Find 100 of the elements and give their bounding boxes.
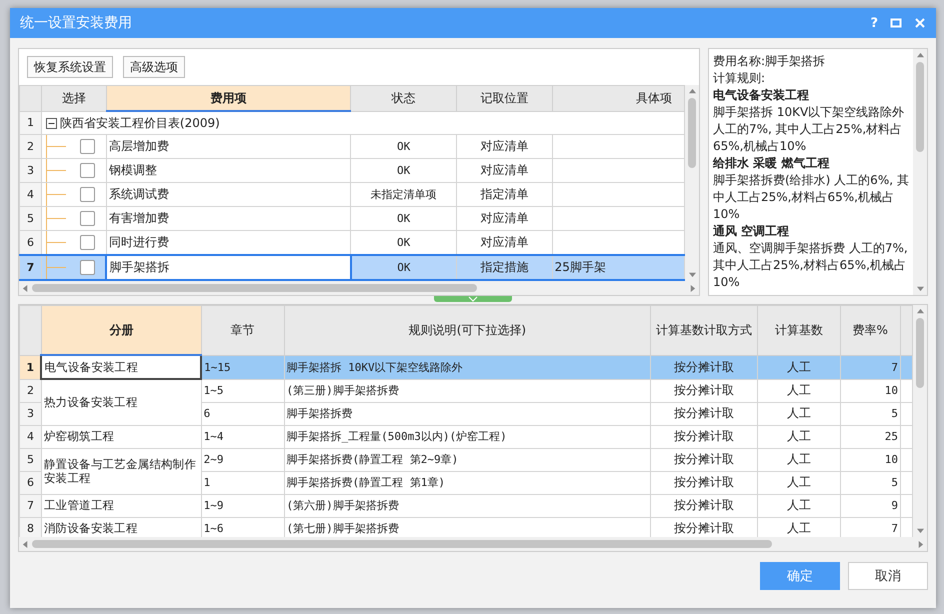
scrollbar-thumb[interactable]	[916, 318, 924, 388]
table-cell: 静置设备与工艺金属结构制作安装工程	[44, 456, 196, 485]
row-header[interactable]: 6	[20, 471, 42, 494]
maximize-icon[interactable]	[890, 17, 902, 29]
tree-line-icon	[46, 257, 66, 278]
scroll-arrow-icon[interactable]	[916, 52, 924, 59]
table-cell: (第六册)脚手架搭拆费	[284, 494, 651, 517]
row-header[interactable]: 5	[20, 206, 42, 230]
column-header[interactable]: 计算基数计取方式	[650, 306, 758, 355]
column-header[interactable]: 状态	[350, 86, 456, 111]
table-cell: 脚手架搭拆费(静置工程 第1章)	[284, 471, 651, 494]
tree-item-text: 陕西省安装工程价目表(2009)	[60, 114, 220, 132]
toolbar-button[interactable]: 高级选项	[123, 56, 185, 78]
column-header[interactable]: 选择	[41, 86, 106, 111]
splitter-handle[interactable]	[434, 296, 512, 302]
column-header[interactable]: 章节	[201, 306, 284, 355]
column-header[interactable]: 记取位置	[456, 86, 552, 111]
tree-line-icon	[46, 208, 66, 230]
tree-line-icon	[46, 231, 66, 254]
checkbox[interactable]	[80, 235, 95, 250]
scroll-arrow-icon[interactable]	[688, 88, 696, 95]
close-icon[interactable]	[914, 17, 926, 29]
table-cell: 按分摊计取	[650, 494, 758, 517]
scroll-arrow-icon[interactable]	[916, 308, 924, 315]
table-cell: 高层增加费	[106, 134, 351, 158]
table-cell: 脚手架搭拆 10KV以下架空线路除外	[284, 355, 651, 379]
column-header[interactable]: 费率%	[840, 306, 900, 355]
table-cell: 未指定清单项	[350, 182, 456, 206]
table-cell: 人工	[758, 402, 841, 425]
column-header[interactable]: 计算基数	[758, 306, 841, 355]
row-header[interactable]: 3	[20, 158, 42, 182]
table-cell: OK	[350, 206, 456, 230]
scrollbar-thumb[interactable]	[32, 540, 772, 548]
checkbox[interactable]	[80, 187, 95, 202]
row-header[interactable]: 2	[20, 379, 42, 402]
table-cell: 脚手架搭拆	[106, 255, 351, 280]
table-cell: 脚手架搭拆费(静置工程 第2~9章)	[284, 448, 651, 471]
row-header[interactable]: 6	[20, 230, 42, 255]
cancel-button[interactable]: 取消	[848, 562, 928, 590]
row-header[interactable]: 3	[20, 402, 42, 425]
table-cell: (第三册)脚手架搭拆费	[284, 379, 651, 402]
row-header[interactable]: 7	[20, 255, 42, 280]
table-cell: 指定清单	[456, 182, 552, 206]
column-header[interactable]: 费用项	[106, 86, 351, 111]
row-header[interactable]: 4	[20, 182, 42, 206]
table-cell: 按分摊计取	[650, 355, 758, 379]
table-cell: 人工	[758, 379, 841, 402]
column-header[interactable]: 规则说明(可下拉选择)	[284, 306, 651, 355]
table-cell: 1~5	[201, 379, 284, 402]
table-cell: 25脚手架	[552, 255, 684, 280]
table-cell: 脚手架搭拆_工程量(500m3以内)(炉窑工程)	[284, 425, 651, 448]
table-cell: 1~15	[201, 355, 284, 379]
table-cell: 消防设备安装工程	[44, 521, 138, 536]
table-cell: 5	[840, 471, 900, 494]
table-cell: 1~9	[201, 494, 284, 517]
table-cell: 系统调试费	[106, 182, 351, 206]
table-cell: 有害增加费	[106, 206, 351, 230]
section-heading: 通风 空调工程	[713, 223, 790, 240]
scrollbar-thumb[interactable]	[688, 98, 696, 168]
tree-line-icon	[46, 184, 66, 206]
checkbox[interactable]	[80, 211, 95, 226]
scrollbar-thumb[interactable]	[916, 62, 924, 152]
info-text: 通风、空调脚手架搭拆费 人工的7%, 其中人工占25%,材料占65%,机械占10%	[713, 240, 909, 291]
table-cell: 按分摊计取	[650, 425, 758, 448]
row-header[interactable]: 5	[20, 448, 42, 471]
info-text: 计算规则:	[713, 70, 766, 87]
scrollbar-thumb[interactable]	[32, 284, 477, 292]
table-cell: 7	[840, 355, 900, 379]
row-header[interactable]: 1	[20, 355, 42, 379]
checkbox[interactable]	[80, 163, 95, 178]
table-cell: 热力设备安装工程	[44, 395, 138, 410]
table-cell: 人工	[758, 471, 841, 494]
table-cell: 6	[201, 402, 284, 425]
info-text: 脚手架搭拆 10KV以下架空线路除外人工的7%, 其中人工占25%,材料占65%,机械占10%	[713, 104, 906, 155]
table-cell: 5	[840, 402, 900, 425]
table-cell: 电气设备安装工程	[44, 360, 138, 374]
table-cell: 人工	[758, 494, 841, 517]
checkbox[interactable]	[80, 139, 95, 154]
table-cell: 25	[840, 425, 900, 448]
table-cell: 10	[840, 379, 900, 402]
table-cell: OK	[350, 255, 456, 280]
column-header[interactable]: 分册	[41, 306, 202, 355]
checkbox[interactable]	[80, 260, 95, 275]
table-cell: 对应清单	[456, 134, 552, 158]
scroll-arrow-icon[interactable]	[22, 284, 29, 292]
table-cell: 按分摊计取	[650, 402, 758, 425]
scroll-arrow-icon[interactable]	[22, 540, 29, 548]
scroll-arrow-icon[interactable]	[916, 285, 924, 292]
table-cell: 指定措施	[456, 255, 552, 280]
row-header[interactable]: 8	[20, 517, 42, 537]
row-header[interactable]: 2	[20, 134, 42, 158]
row-header[interactable]: 7	[20, 494, 42, 517]
table-cell: 脚手架搭拆费	[284, 402, 651, 425]
column-header[interactable]: 具体项	[552, 86, 684, 111]
tree-line-icon	[46, 160, 66, 182]
table-cell: 按分摊计取	[650, 471, 758, 494]
table-cell: 9	[840, 494, 900, 517]
row-header[interactable]: 4	[20, 425, 42, 448]
toolbar-button[interactable]: 恢复系统设置	[27, 56, 113, 78]
collapse-icon[interactable]	[46, 118, 57, 128]
